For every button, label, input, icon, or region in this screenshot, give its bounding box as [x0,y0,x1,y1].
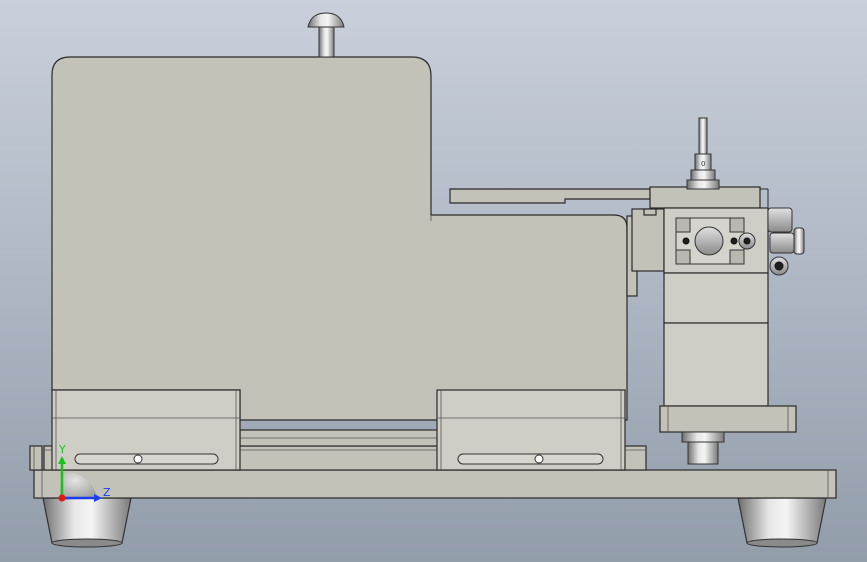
side-bracket [626,208,665,297]
top-arm-plate [449,186,769,209]
left-foot [42,497,132,548]
x-axis-origin [58,494,66,502]
right-foot [737,497,827,548]
probe-needle: 0 [686,117,720,190]
left-clamp-block [51,389,241,471]
right-clamp-block [436,389,626,471]
main-housing [51,56,628,421]
bottom-spindle [681,431,725,465]
cad-viewport[interactable]: 0 Y Z [0,0,867,562]
z-axis-label: Z [103,486,111,499]
machine-assembly-drawing: 0 Y Z [29,12,837,548]
top-knob [307,12,345,58]
svg-text:0: 0 [701,160,705,168]
y-axis-label: Y [58,443,66,456]
rail-bar [239,429,439,447]
